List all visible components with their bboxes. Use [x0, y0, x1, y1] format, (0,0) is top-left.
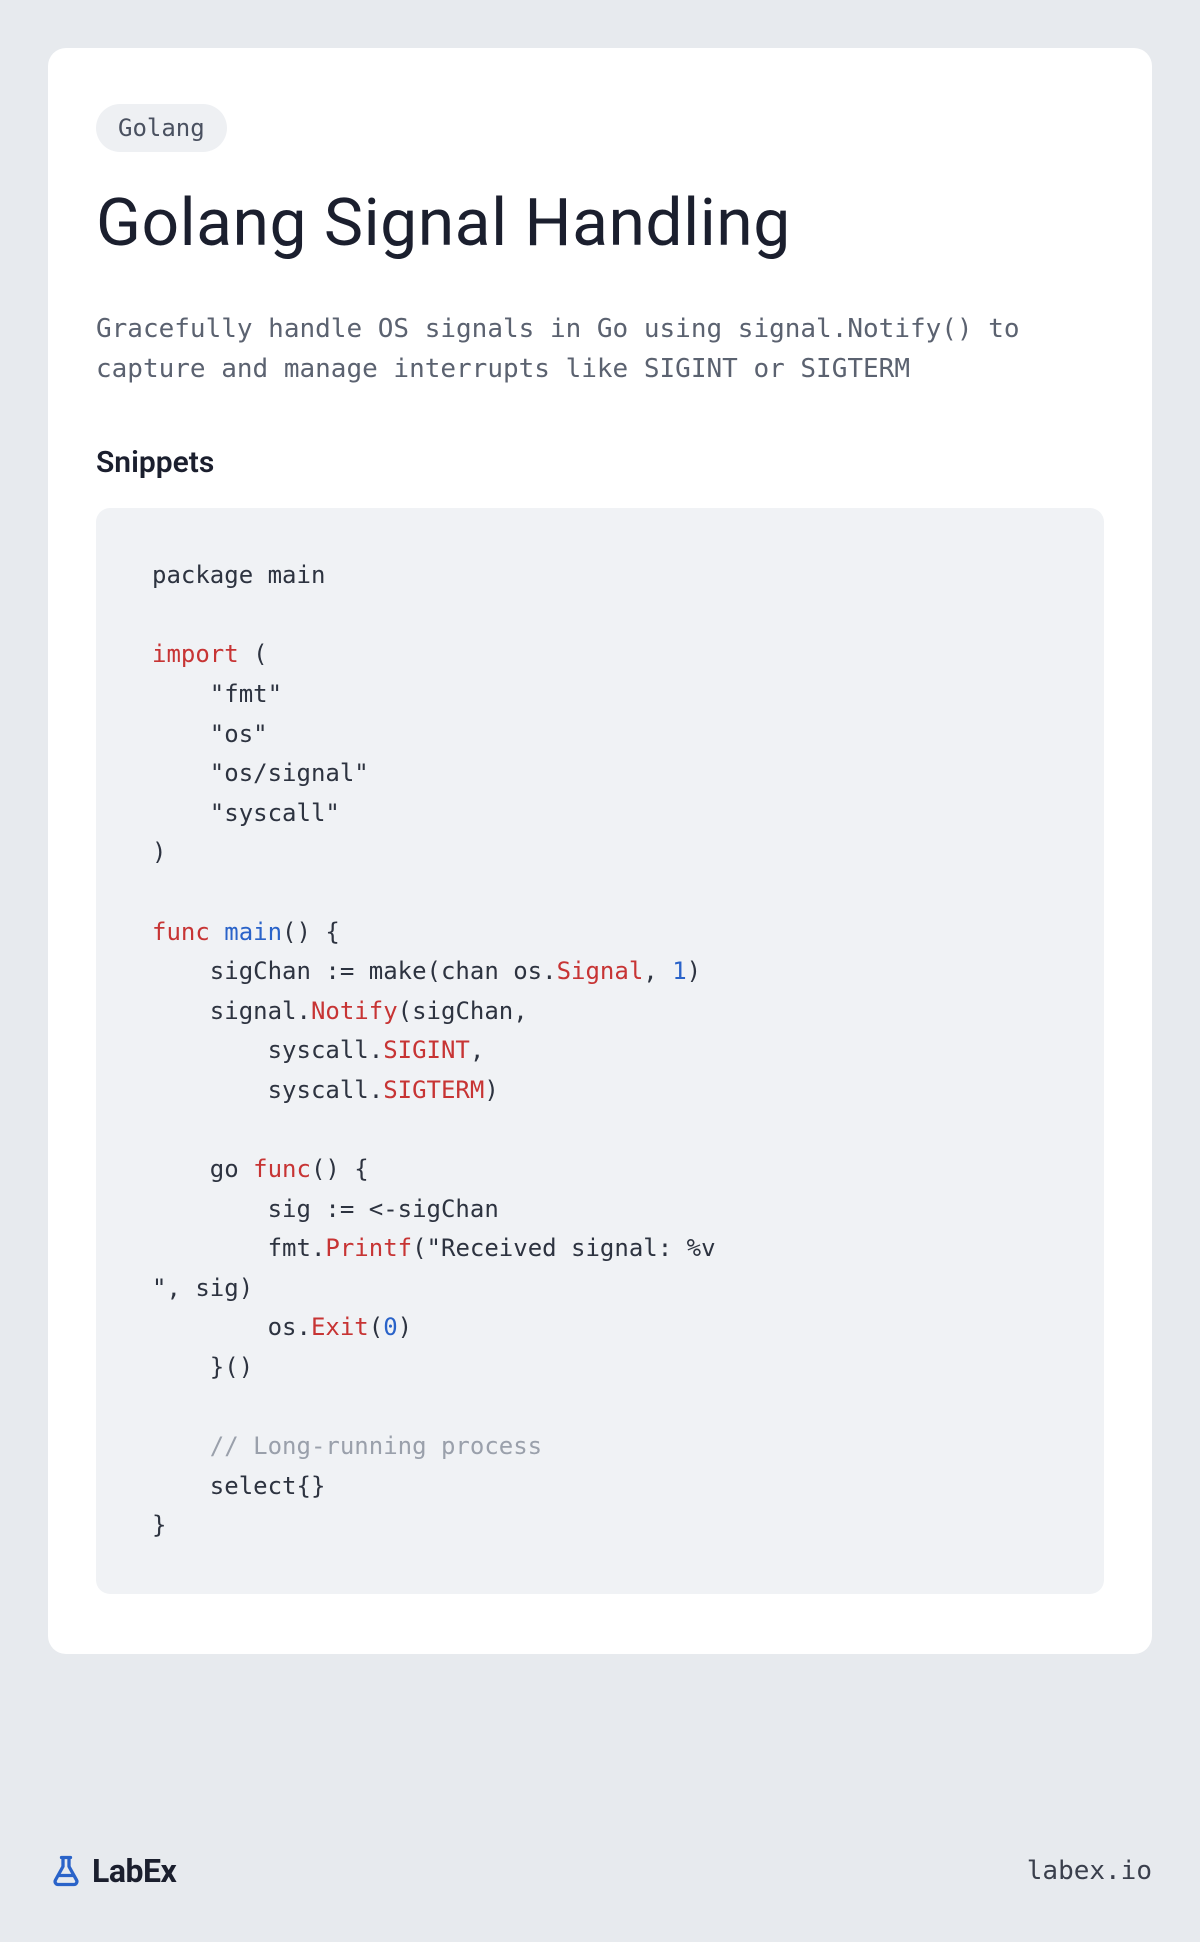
language-tag[interactable]: Golang	[96, 104, 227, 152]
code-token: () {	[311, 1155, 369, 1183]
code-line: }()	[152, 1353, 253, 1381]
code-token: Signal	[557, 957, 644, 985]
snippets-heading: Snippets	[96, 445, 1104, 480]
code-line: }	[152, 1511, 166, 1539]
code-token: os.	[152, 1313, 311, 1341]
code-token: fmt.	[152, 1234, 325, 1262]
code-token: (	[239, 640, 268, 668]
brand-logo[interactable]: LabEx	[48, 1852, 176, 1890]
code-token: Printf	[325, 1234, 412, 1262]
content-card: Golang Golang Signal Handling Gracefully…	[48, 48, 1152, 1654]
code-token: )	[398, 1313, 412, 1341]
code-token: )	[484, 1076, 498, 1104]
code-token: sigChan := make(chan os.	[152, 957, 557, 985]
code-token: )	[687, 957, 701, 985]
code-line: select{}	[152, 1472, 325, 1500]
code-token: ,	[643, 957, 672, 985]
page-title: Golang Signal Handling	[96, 188, 1104, 261]
code-line: "fmt"	[152, 680, 282, 708]
code-token: SIGINT	[383, 1036, 470, 1064]
code-line: "syscall"	[152, 799, 340, 827]
code-snippet[interactable]: package main import ( "fmt" "os" "os/sig…	[96, 508, 1104, 1594]
code-comment: // Long-running process	[152, 1432, 542, 1460]
code-line: sig := <-sigChan	[152, 1195, 499, 1223]
code-token: main	[210, 918, 282, 946]
code-line: package main	[152, 561, 325, 589]
code-token: Exit	[311, 1313, 369, 1341]
code-token: (	[369, 1313, 383, 1341]
code-line: "os"	[152, 720, 268, 748]
page-description: Gracefully handle OS signals in Go using…	[96, 309, 1104, 390]
brand-name: LabEx	[92, 1852, 176, 1890]
site-url[interactable]: labex.io	[1027, 1856, 1152, 1886]
code-token: go	[152, 1155, 253, 1183]
code-line: "os/signal"	[152, 759, 369, 787]
code-token: 0	[383, 1313, 397, 1341]
page-footer: LabEx labex.io	[48, 1852, 1152, 1890]
code-token: () {	[282, 918, 340, 946]
code-token: ,	[470, 1036, 484, 1064]
code-line: )	[152, 838, 166, 866]
code-token: func	[152, 918, 210, 946]
code-token: signal.	[152, 997, 311, 1025]
flask-icon	[48, 1853, 84, 1889]
code-token: func	[253, 1155, 311, 1183]
code-token: import	[152, 640, 239, 668]
code-token: 1	[672, 957, 686, 985]
code-token: syscall.	[152, 1036, 383, 1064]
code-token: SIGTERM	[383, 1076, 484, 1104]
code-token: Notify	[311, 997, 398, 1025]
code-token: syscall.	[152, 1076, 383, 1104]
code-token: (sigChan,	[398, 997, 528, 1025]
